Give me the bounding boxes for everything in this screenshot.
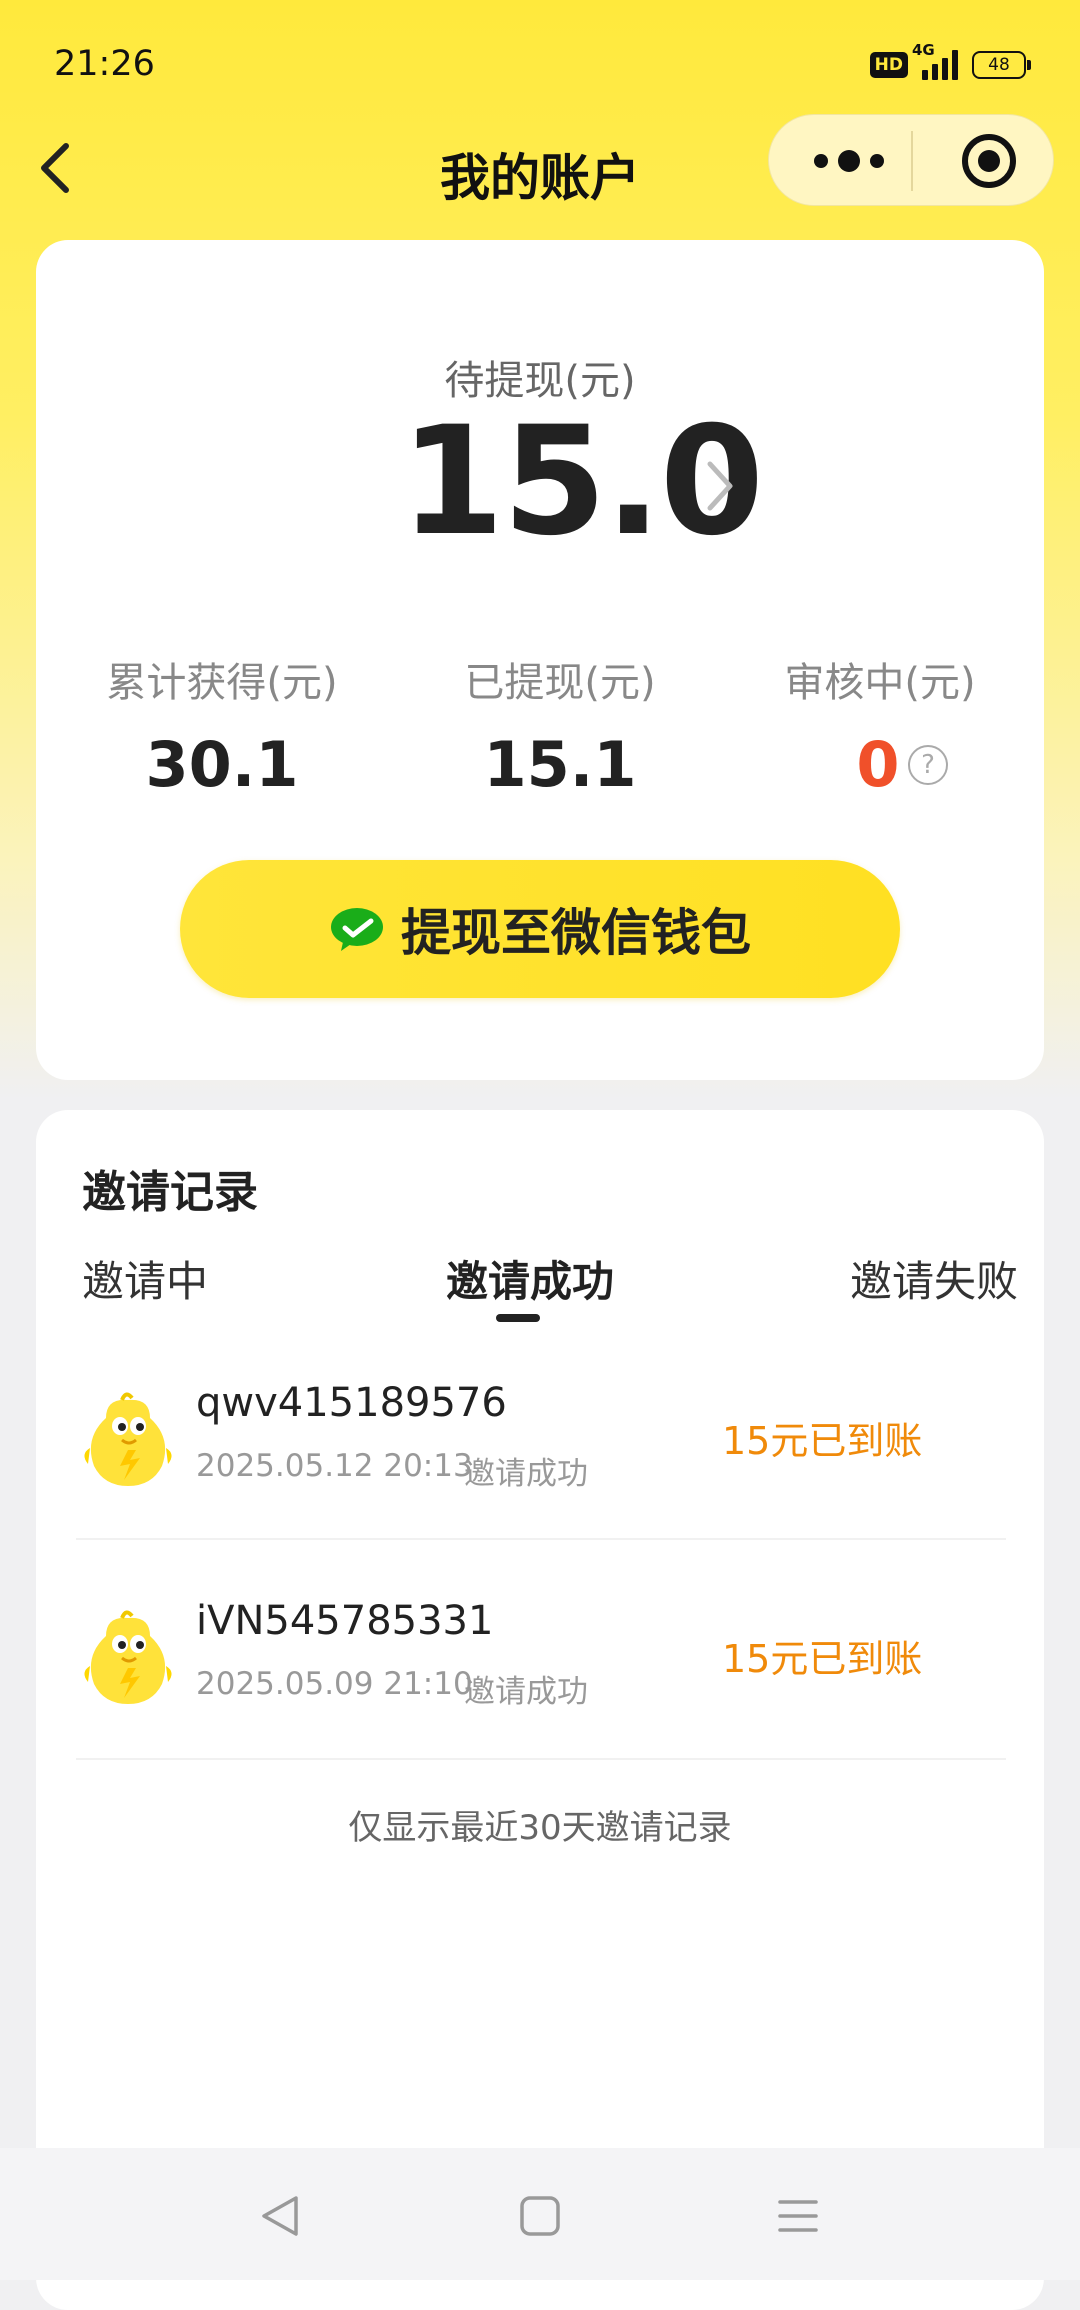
stat-withdrawn-value: 15.1: [483, 728, 637, 801]
square-home-icon[interactable]: [518, 2194, 562, 2238]
tab-invite-success[interactable]: 邀请成功: [446, 1248, 614, 1309]
mini-program-capsule: [768, 114, 1054, 206]
triangle-back-icon[interactable]: [258, 2192, 302, 2240]
status-time: 21:26: [54, 44, 155, 84]
capsule-divider: [911, 131, 913, 191]
tab-indicator: [496, 1314, 540, 1322]
wechat-pay-icon: [331, 908, 383, 951]
more-dots-icon[interactable]: [807, 139, 891, 183]
stat-total-label: 累计获得(元): [106, 660, 338, 706]
withdraw-button-label: 提现至微信钱包: [401, 904, 751, 962]
withdraw-button[interactable]: 提现至微信钱包: [180, 860, 900, 998]
system-nav-bar: [0, 2148, 1080, 2280]
records-footnote: 仅显示最近30天邀请记录: [348, 1808, 732, 1848]
row-divider: [76, 1758, 1006, 1760]
stat-review-label: 审核中(元): [784, 660, 976, 706]
invite-section-title: 邀请记录: [82, 1167, 258, 1218]
invite-status: 邀请成功: [464, 1456, 588, 1492]
invitee-name: qwv415189576: [196, 1380, 507, 1426]
chick-avatar-icon: [84, 1392, 172, 1486]
stat-withdrawn-label: 已提现(元): [464, 660, 656, 706]
invite-status: 邀请成功: [464, 1674, 588, 1710]
reward-status: 15元已到账: [722, 1637, 923, 1681]
status-icons: HD 4G 48: [869, 41, 1031, 82]
invite-time: 2025.05.12 20:13: [196, 1448, 473, 1484]
tab-invite-failed[interactable]: 邀请失败: [850, 1248, 1018, 1309]
reward-status: 15元已到账: [722, 1419, 923, 1463]
battery-icon: 48: [972, 51, 1031, 79]
help-icon[interactable]: ?: [908, 745, 948, 785]
tab-inviting[interactable]: 邀请中: [82, 1248, 208, 1309]
record-target-icon[interactable]: [959, 131, 1019, 191]
signal-icon: 4G: [912, 41, 958, 80]
menu-lines-icon[interactable]: [776, 2196, 820, 2236]
invite-time: 2025.05.09 21:10: [196, 1666, 473, 1702]
invitee-name: iVN545785331: [196, 1598, 494, 1644]
chick-avatar-icon: [84, 1610, 172, 1704]
hd-badge: HD: [869, 52, 908, 78]
network-type: 4G: [912, 41, 935, 59]
chevron-right-icon[interactable]: [700, 454, 740, 518]
stat-total-value: 30.1: [145, 728, 299, 801]
row-divider: [76, 1538, 1006, 1540]
